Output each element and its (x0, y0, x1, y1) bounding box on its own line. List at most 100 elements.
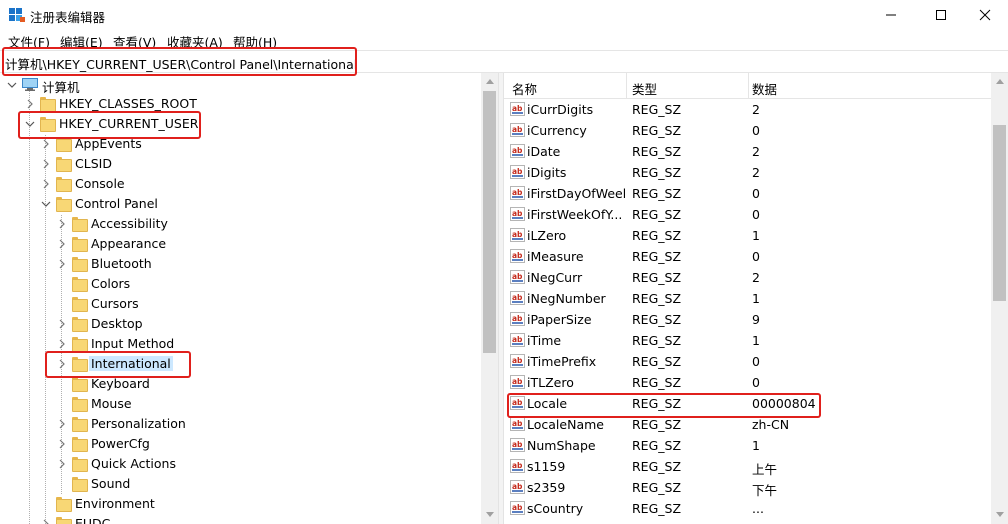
value-row[interactable]: ab iCurrency REG_SZ 0 (504, 120, 994, 141)
tree-item-cursors[interactable]: Cursors (0, 294, 480, 314)
value-name: iCurrency (527, 123, 587, 138)
value-type: REG_SZ (632, 333, 682, 348)
chevron-down-icon[interactable] (6, 78, 18, 92)
tree-item-international[interactable]: International (0, 354, 480, 374)
column-data-header[interactable]: 数据 (752, 79, 777, 98)
tree-item-input-method[interactable]: Input Method (0, 334, 480, 354)
chevron-right-icon[interactable] (40, 517, 52, 524)
tree-item-environment[interactable]: Environment (0, 494, 480, 514)
column-divider[interactable] (626, 73, 627, 99)
value-row[interactable]: ab Locale REG_SZ 00000804 (504, 393, 994, 414)
tree-label: Keyboard (91, 376, 150, 391)
menu-help[interactable]: 帮助(H) (233, 32, 277, 51)
chevron-right-icon[interactable] (56, 257, 68, 271)
value-type: REG_SZ (632, 228, 682, 243)
string-value-icon: ab (510, 438, 525, 452)
tree-item-clsid[interactable]: CLSID (0, 154, 480, 174)
tree-item-control-panel[interactable]: Control Panel (0, 194, 480, 214)
tree-item-sound[interactable]: Sound (0, 474, 480, 494)
chevron-down-icon[interactable] (24, 117, 36, 131)
tree-label: Input Method (91, 336, 175, 351)
value-type: REG_SZ (632, 396, 682, 411)
tree-item-colors[interactable]: Colors (0, 274, 480, 294)
chevron-right-icon[interactable] (56, 237, 68, 251)
tree-item-mouse[interactable]: Mouse (0, 394, 480, 414)
maximize-button[interactable] (918, 0, 964, 30)
menu-file[interactable]: 文件(F) (8, 32, 50, 51)
close-button[interactable] (962, 0, 1008, 30)
value-row[interactable]: ab iNegNumber REG_SZ 1 (504, 288, 994, 309)
chevron-down-icon[interactable] (40, 197, 52, 211)
column-divider[interactable] (748, 73, 749, 99)
tree-item-powercfg[interactable]: PowerCfg (0, 434, 480, 454)
value-row[interactable]: ab iMeasure REG_SZ 0 (504, 246, 994, 267)
address-bar[interactable]: 计算机\HKEY_CURRENT_USER\Control Panel\Inte… (0, 50, 1008, 73)
chevron-right-icon[interactable] (40, 137, 52, 151)
chevron-right-icon[interactable] (24, 97, 36, 111)
value-row[interactable]: ab s2359 REG_SZ 下午 (504, 477, 994, 498)
tree-item-appearance[interactable]: Appearance (0, 234, 480, 254)
string-value-icon: ab (510, 165, 525, 179)
column-name-header[interactable]: 名称 (512, 79, 537, 98)
value-row[interactable]: ab iTLZero REG_SZ 0 (504, 372, 994, 393)
chevron-right-icon[interactable] (56, 317, 68, 331)
tree-item-hkey-classes-root[interactable]: HKEY_CLASSES_ROOT (0, 94, 480, 114)
value-row[interactable]: ab iDate REG_SZ 2 (504, 141, 994, 162)
chevron-right-icon[interactable] (40, 157, 52, 171)
folder-icon (72, 257, 88, 272)
value-row[interactable]: ab iLZero REG_SZ 1 (504, 225, 994, 246)
menu-edit[interactable]: 编辑(E) (60, 32, 103, 51)
scroll-up-icon[interactable] (996, 79, 1004, 84)
value-row[interactable]: ab sCountry REG_SZ... (504, 498, 994, 519)
tree-label: Cursors (91, 296, 139, 311)
value-row[interactable]: ab LocaleName REG_SZ zh-CN (504, 414, 994, 435)
value-row[interactable]: ab NumShape REG_SZ 1 (504, 435, 994, 456)
scroll-down-icon[interactable] (486, 512, 494, 517)
menu-view[interactable]: 查看(V) (113, 32, 156, 51)
string-value-icon: ab (510, 102, 525, 116)
chevron-right-icon[interactable] (40, 177, 52, 191)
value-row[interactable]: ab iTimePrefix REG_SZ 0 (504, 351, 994, 372)
value-data: 2 (752, 102, 760, 117)
value-row[interactable]: ab iFirstDayOfWeek REG_SZ 0 (504, 183, 994, 204)
value-row[interactable]: ab iCurrDigits REG_SZ 2 (504, 99, 994, 120)
value-row[interactable]: ab iTime REG_SZ 1 (504, 330, 994, 351)
tree-item-hkey-current-user[interactable]: HKEY_CURRENT_USER (0, 114, 480, 134)
tree-scrollbar[interactable] (481, 73, 498, 524)
value-data: 2 (752, 165, 760, 180)
tree-item-console[interactable]: Console (0, 174, 480, 194)
tree-item-appevents[interactable]: AppEvents (0, 134, 480, 154)
tree-item-eudc[interactable]: EUDC (0, 514, 480, 524)
value-row[interactable]: ab iFirstWeekOfY... REG_SZ 0 (504, 204, 994, 225)
tree-item-keyboard[interactable]: Keyboard (0, 374, 480, 394)
menu-favorites[interactable]: 收藏夹(A) (167, 32, 223, 51)
value-row[interactable]: ab iDigits REG_SZ 2 (504, 162, 994, 183)
chevron-right-icon[interactable] (56, 357, 68, 371)
tree-item-personalization[interactable]: Personalization (0, 414, 480, 434)
tree-item-accessibility[interactable]: Accessibility (0, 214, 480, 234)
values-pane[interactable]: 名称 类型 数据 ab iCurrDigits REG_SZ 2 ab iCurrency… (504, 73, 1008, 524)
chevron-right-icon[interactable] (56, 437, 68, 451)
chevron-right-icon[interactable] (56, 457, 68, 471)
scrollbar-thumb[interactable] (483, 91, 496, 353)
value-row[interactable]: ab iNegCurr REG_SZ 2 (504, 267, 994, 288)
address-path[interactable]: 计算机\HKEY_CURRENT_USER\Control Panel\Inte… (5, 54, 357, 73)
tree-pane[interactable]: 计算机 HKEY_CLASSES_ROOT HKEY_CURRENT_USER … (0, 73, 498, 524)
scroll-up-icon[interactable] (486, 79, 494, 84)
tree-label: Personalization (91, 416, 186, 431)
tree-item-quick-actions[interactable]: Quick Actions (0, 454, 480, 474)
chevron-right-icon[interactable] (56, 217, 68, 231)
chevron-right-icon[interactable] (56, 337, 68, 351)
tree-item-computer[interactable]: 计算机 (0, 75, 480, 95)
value-row[interactable]: ab iPaperSize REG_SZ 9 (504, 309, 994, 330)
value-row[interactable]: ab s1159 REG_SZ 上午 (504, 456, 994, 477)
scroll-down-icon[interactable] (996, 512, 1004, 517)
column-type-header[interactable]: 类型 (632, 79, 657, 98)
chevron-right-icon[interactable] (56, 417, 68, 431)
scrollbar-thumb[interactable] (993, 125, 1006, 301)
minimize-button[interactable] (868, 0, 914, 30)
tree-item-bluetooth[interactable]: Bluetooth (0, 254, 480, 274)
values-scrollbar[interactable] (991, 73, 1008, 524)
tree-item-desktop[interactable]: Desktop (0, 314, 480, 334)
tree-label: Sound (91, 476, 131, 491)
